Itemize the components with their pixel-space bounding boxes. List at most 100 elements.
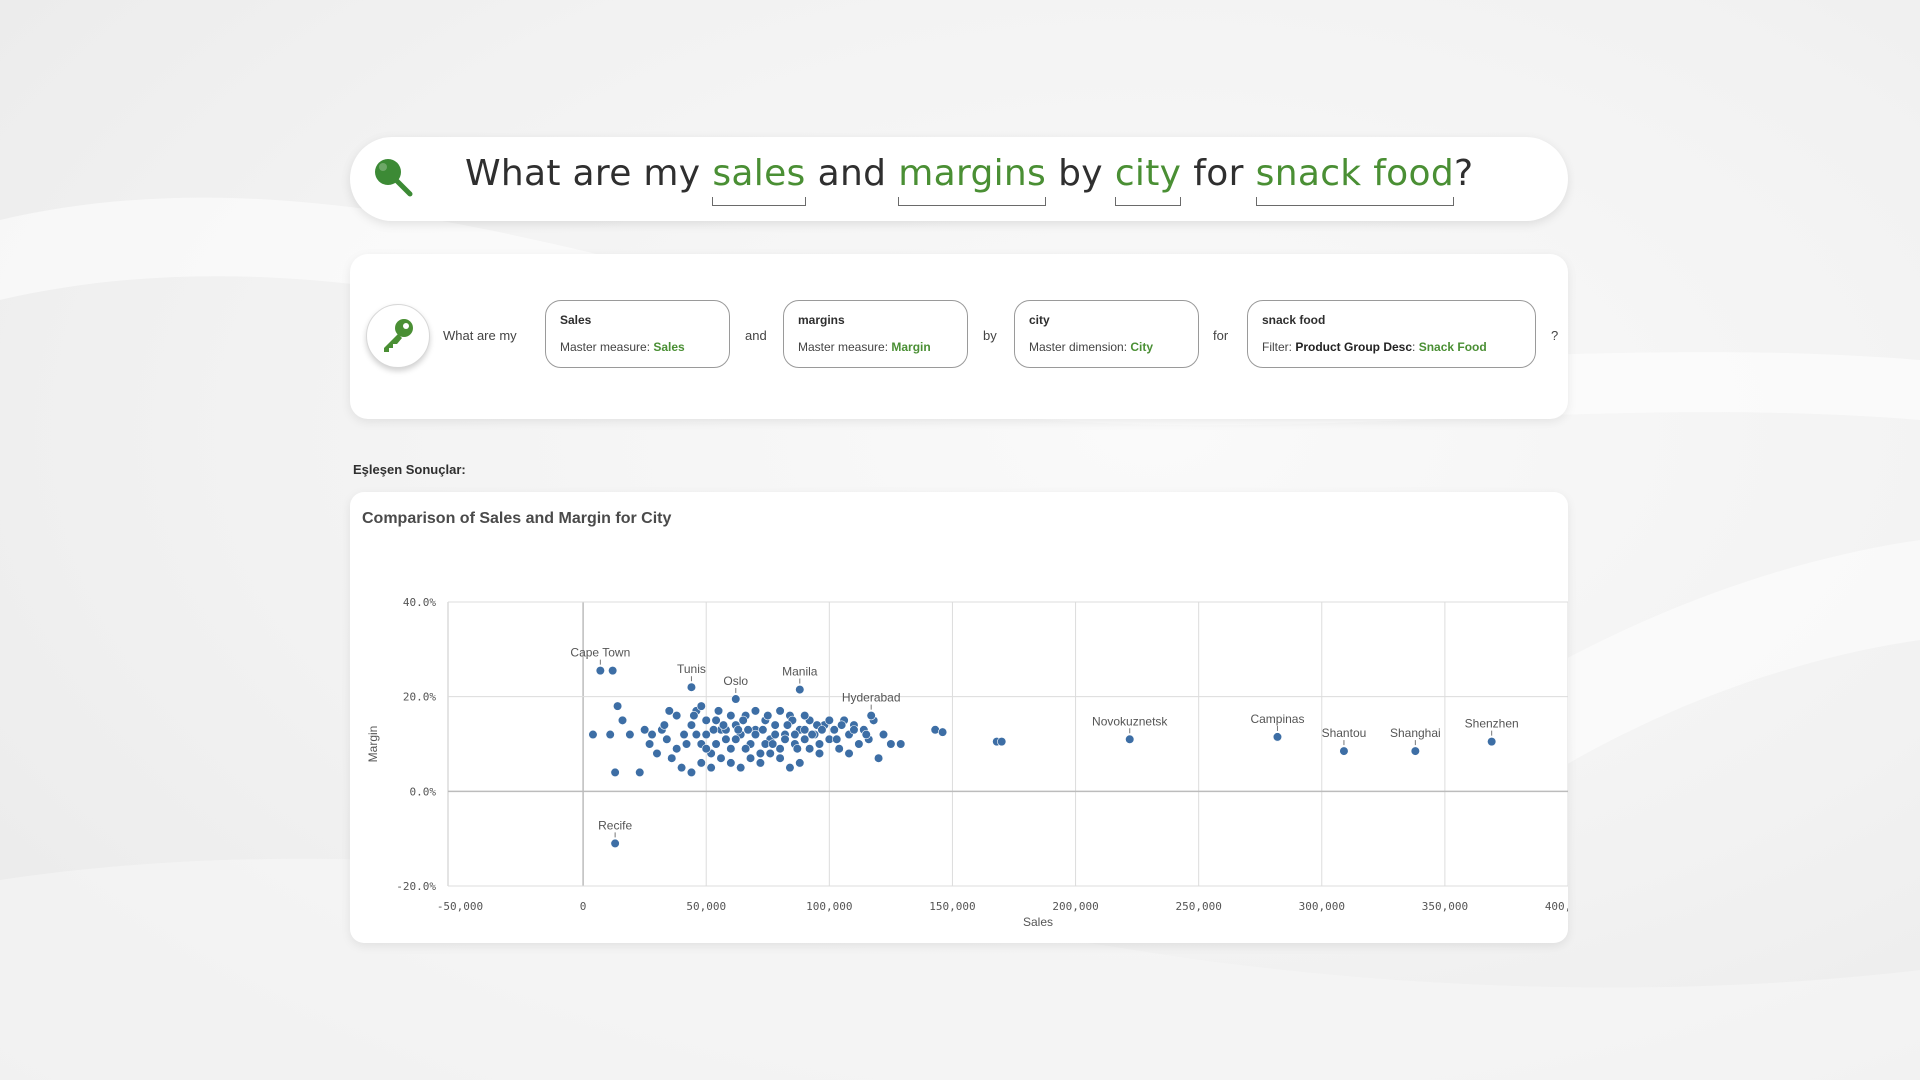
data-point	[755, 748, 765, 759]
data-point	[795, 684, 805, 695]
data-point	[873, 753, 884, 763]
data-point	[726, 744, 736, 754]
data-point	[745, 753, 756, 763]
data-point	[681, 739, 692, 749]
point-label: Novokuznetsk	[1092, 714, 1168, 728]
data-point	[741, 744, 751, 754]
data-point	[625, 729, 635, 740]
search-bar[interactable]: What are my sales and margins by city for snack…	[350, 137, 1568, 221]
data-point	[711, 739, 721, 749]
x-tick-label: 50,000	[686, 900, 726, 913]
data-point	[824, 715, 834, 725]
data-point	[758, 725, 768, 735]
data-point	[605, 729, 615, 740]
data-point	[716, 753, 726, 763]
query-term-highlighted[interactable]: sales	[712, 153, 806, 206]
data-point	[837, 720, 847, 730]
data-point	[726, 711, 736, 721]
data-point	[701, 744, 711, 754]
data-point	[997, 737, 1007, 747]
x-tick-label: 400,000	[1545, 900, 1568, 913]
point-label: Oslo	[723, 674, 748, 688]
y-axis-title: Margin	[366, 726, 380, 763]
point-label: Shenzhen	[1465, 717, 1519, 731]
data-point	[782, 720, 793, 730]
search-icon	[375, 159, 413, 197]
data-point	[1487, 737, 1497, 747]
query-word: What are my	[465, 153, 701, 194]
data-point	[701, 729, 711, 740]
data-point	[775, 706, 785, 716]
data-point	[886, 739, 896, 749]
data-point	[595, 666, 605, 676]
data-point	[686, 682, 697, 692]
data-point	[775, 744, 785, 754]
data-point	[733, 725, 743, 735]
data-point	[785, 763, 795, 773]
point-label: Tunis	[677, 662, 706, 676]
data-point	[765, 748, 775, 759]
data-point	[832, 734, 842, 744]
data-point	[1339, 746, 1349, 756]
data-point	[814, 748, 825, 759]
chip-title: city	[1029, 313, 1050, 327]
chip-city[interactable]: city Master dimension: City	[1014, 300, 1199, 368]
data-point	[844, 748, 854, 759]
chip-detail: Master dimension: City	[1029, 340, 1154, 354]
connector-question: ?	[1551, 328, 1559, 343]
data-point	[768, 739, 778, 749]
query-term-highlighted[interactable]: city	[1114, 153, 1182, 206]
data-point	[677, 763, 687, 773]
data-point	[672, 711, 682, 721]
data-point	[800, 734, 810, 744]
search-query[interactable]: What are my sales and margins by city for snack…	[465, 153, 1474, 206]
connector-for: for	[1213, 328, 1229, 343]
data-point	[608, 666, 618, 676]
key-icon	[384, 319, 413, 352]
query-term-highlighted[interactable]: snack food	[1255, 153, 1455, 206]
chip-detail: Master measure: Sales	[560, 340, 685, 354]
data-point	[711, 715, 721, 725]
data-point	[800, 725, 810, 735]
data-point	[736, 763, 746, 773]
chip-title: margins	[798, 313, 845, 327]
data-point	[664, 706, 674, 716]
data-point	[679, 729, 689, 740]
query-word: ?	[1453, 153, 1474, 194]
chip-sales[interactable]: Sales Master measure: Sales	[545, 300, 730, 368]
query-term-highlighted[interactable]: margins	[898, 153, 1046, 206]
x-tick-label: 0	[580, 900, 587, 913]
data-point	[800, 711, 810, 721]
x-tick-label: 100,000	[806, 900, 852, 913]
y-tick-label: -20.0%	[396, 880, 436, 893]
data-point	[689, 711, 699, 721]
data-point	[805, 744, 815, 754]
scatter-plot[interactable]: -50,000 0 50,000 100,000 150,000 200,000 250,0…	[350, 492, 1568, 943]
data-point	[763, 711, 773, 721]
data-point	[686, 767, 697, 778]
chip-title: snack food	[1262, 313, 1326, 327]
data-point	[721, 734, 731, 744]
data-point	[696, 758, 706, 768]
query-word: by	[1058, 153, 1103, 194]
data-point	[814, 739, 825, 749]
data-point	[701, 715, 711, 725]
chip-margins[interactable]: margins Master measure: Margin	[783, 300, 968, 368]
data-point	[795, 758, 805, 768]
chip-snack-food[interactable]: snack food Filter: Product Group Desc: S…	[1247, 300, 1536, 368]
point-label: Hyderabad	[842, 691, 901, 705]
data-point	[610, 767, 620, 778]
chip-title: Sales	[560, 313, 592, 327]
key-button[interactable]	[366, 304, 430, 368]
data-point	[612, 701, 623, 711]
point-label: Recife	[598, 818, 632, 832]
point-label: Campinas	[1250, 712, 1304, 726]
data-point	[672, 744, 682, 754]
x-tick-label: -50,000	[437, 900, 483, 913]
data-point	[817, 725, 827, 735]
data-point	[1125, 734, 1135, 744]
x-tick-label: 200,000	[1052, 900, 1098, 913]
data-point	[713, 706, 724, 716]
data-point	[731, 734, 741, 744]
data-point	[1410, 746, 1420, 756]
